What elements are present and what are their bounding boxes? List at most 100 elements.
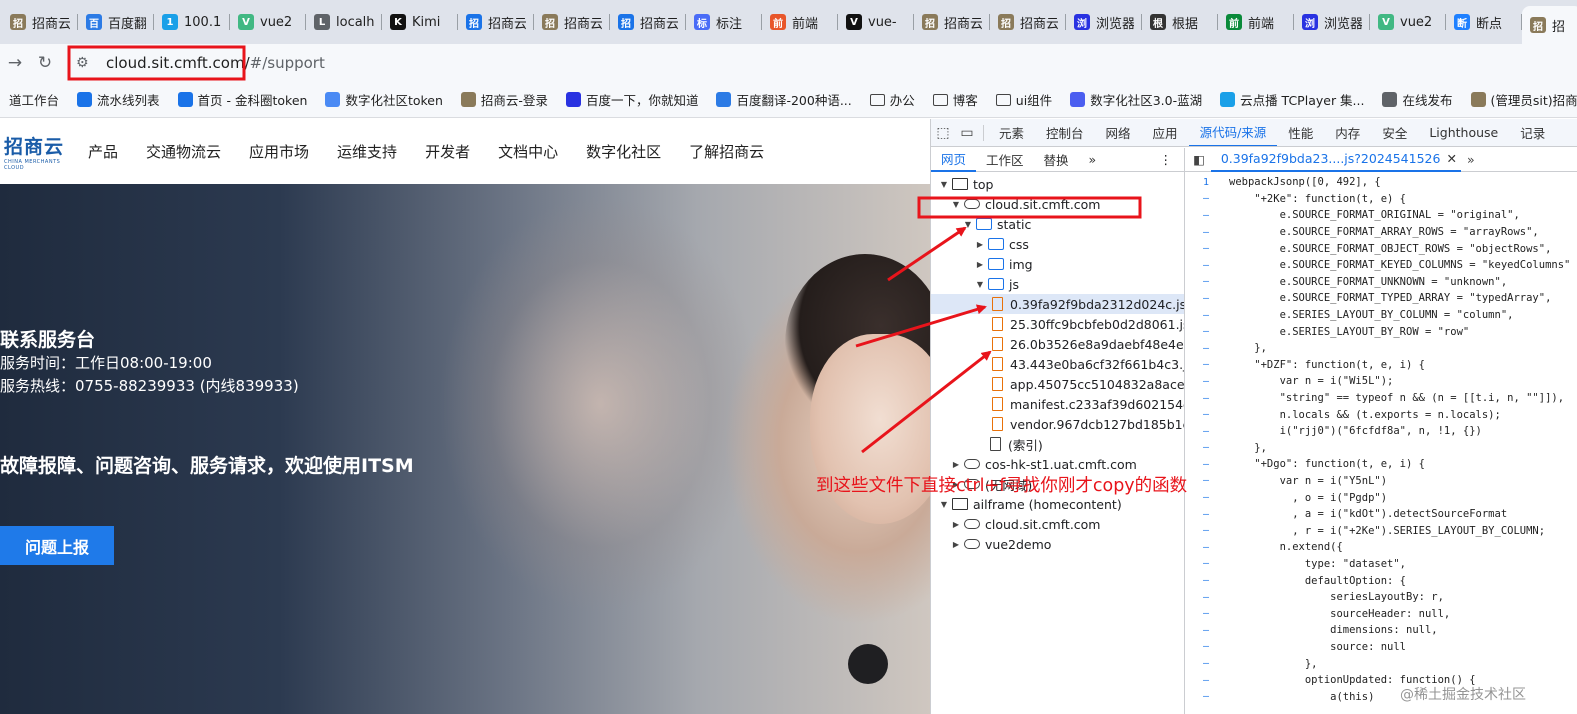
more-editor-tabs-icon[interactable]: » [1461,152,1481,167]
tree-item[interactable]: ▶ img [931,254,1184,274]
line-number[interactable]: – [1185,193,1229,204]
expand-arrow-icon[interactable]: ▼ [963,220,973,229]
browser-tab[interactable]: Vvue2 [1370,5,1446,39]
bookmark-item[interactable]: ui组件 [987,90,1061,109]
bookmark-item[interactable]: 道工作台 [0,90,68,109]
browser-tab[interactable]: Llocalhost [306,5,382,39]
nav-app-market[interactable]: 应用市场 [249,141,309,162]
line-number[interactable]: 1 [1185,177,1229,188]
nav-docs[interactable]: 文档中心 [498,141,558,162]
devtools-tab[interactable]: 记录 [1509,119,1556,146]
inspect-element-icon[interactable]: ⬚ [931,121,955,145]
forward-icon[interactable]: → [0,48,30,78]
browser-tab[interactable]: Vvue- [838,5,914,39]
bookmark-item[interactable]: 在线发布 [1373,90,1461,109]
expand-arrow-icon[interactable]: ▼ [939,180,949,189]
line-number[interactable]: – [1185,575,1229,586]
tab-page[interactable]: 网页 [931,148,977,172]
line-number[interactable]: – [1185,442,1229,453]
tab-overrides[interactable]: 替换 [1034,148,1079,172]
expand-arrow-icon[interactable]: ▼ [951,200,961,209]
line-number[interactable]: – [1185,641,1229,652]
line-number[interactable]: – [1185,326,1229,337]
close-icon[interactable]: ✕ [1446,151,1456,166]
device-toolbar-icon[interactable]: ▭ [955,121,979,145]
browser-tab[interactable]: Vvue2 [230,5,306,39]
devtools-tab[interactable]: 控制台 [1035,119,1095,146]
line-number[interactable]: – [1185,675,1229,686]
devtools-tab[interactable]: 元素 [988,119,1035,146]
line-number[interactable]: – [1185,608,1229,619]
nav-ops-support[interactable]: 运维支持 [337,141,397,162]
devtools-tab[interactable]: 性能 [1277,119,1324,146]
browser-tab[interactable]: 前前端 [1218,5,1294,39]
line-number[interactable]: – [1185,558,1229,569]
more-tabs-icon[interactable]: » [1079,148,1107,172]
devtools-tab[interactable]: 安全 [1371,119,1418,146]
tree-item[interactable]: ▶ cos-hk-st1.uat.cmft.com [931,454,1184,474]
nav-community[interactable]: 数字化社区 [586,141,661,162]
tree-item[interactable]: vendor.967dcb127bd185b1c [931,414,1184,434]
collapse-arrow-icon[interactable]: ▶ [951,520,961,529]
collapse-arrow-icon[interactable]: ▶ [951,540,961,549]
bookmark-item[interactable]: 数字化社区3.0-蓝湖 [1061,90,1211,109]
browser-tab[interactable]: 断断点 [1446,5,1522,39]
bookmark-item[interactable]: 云点播 TCPlayer 集... [1211,90,1373,109]
line-number[interactable]: – [1185,542,1229,553]
tree-item[interactable]: ▼ ailframe (homecontent) [931,494,1184,514]
line-number[interactable]: – [1185,509,1229,520]
bookmark-item[interactable]: 百度一下，你就知道 [557,90,708,109]
site-info-icon[interactable]: ⚙ [76,55,100,71]
line-number[interactable]: – [1185,393,1229,404]
tree-item[interactable]: 43.443e0ba6cf32f661b4c3.js? [931,354,1184,374]
browser-tab[interactable]: 浏浏览器 [1294,5,1370,39]
bookmark-item[interactable]: 首页 - 金科圈token [169,90,317,109]
nav-developers[interactable]: 开发者 [425,141,470,162]
kebab-menu-icon[interactable]: ⋮ [1160,152,1185,167]
toggle-navigator-icon[interactable]: ◧ [1185,152,1211,167]
url-input[interactable]: ⚙ cloud.sit.cmft.com/#/support [68,46,1577,80]
devtools-tab[interactable]: 应用 [1142,119,1189,146]
browser-tab[interactable]: K Kimi [382,5,458,39]
browser-tab[interactable]: 百百度翻译 [78,5,154,39]
line-number[interactable]: – [1185,592,1229,603]
bookmark-item[interactable]: (管理员sit)招商云-... [1462,90,1577,109]
site-logo[interactable]: 招商云 CHINA MERCHANTS CLOUD [4,132,74,171]
browser-tab[interactable]: 招招商云 [990,5,1066,39]
line-number[interactable]: – [1185,459,1229,470]
nav-about[interactable]: 了解招商云 [689,141,764,162]
expand-arrow-icon[interactable]: ▼ [975,280,985,289]
line-number[interactable]: – [1185,210,1229,221]
tree-item[interactable]: 0.39fa92f9bda2312d024c.js? [931,294,1184,314]
bookmark-item[interactable]: 数字化社区token [316,90,451,109]
line-number[interactable]: – [1185,658,1229,669]
bookmark-item[interactable]: 招商云-登录 [452,90,557,109]
line-number[interactable]: – [1185,525,1229,536]
line-number[interactable]: – [1185,243,1229,254]
line-number[interactable]: – [1185,426,1229,437]
report-issue-button[interactable]: 问题上报 [0,526,114,565]
collapse-arrow-icon[interactable]: ▶ [975,260,985,269]
tree-item[interactable]: 26.0b3526e8a9daebf48e4e.js? [931,334,1184,354]
tree-item[interactable]: ▶ cloud.sit.cmft.com [931,514,1184,534]
browser-tab[interactable]: 浏浏览器 [1066,5,1142,39]
browser-tab[interactable]: 招招商云 [914,5,990,39]
browser-tab[interactable]: 1 100.1 [154,5,230,39]
tree-item[interactable]: ▶ css [931,234,1184,254]
expand-arrow-icon[interactable]: ▼ [939,500,949,509]
line-number[interactable]: – [1185,376,1229,387]
line-number[interactable]: – [1185,293,1229,304]
devtools-tab[interactable]: Lighthouse [1418,119,1509,146]
line-number[interactable]: – [1185,343,1229,354]
collapse-arrow-icon[interactable]: ▶ [951,460,961,469]
bookmark-item[interactable]: 博客 [924,90,987,109]
tree-item[interactable]: ▶ vue2demo [931,534,1184,554]
line-number[interactable]: – [1185,625,1229,636]
tab-workspace[interactable]: 工作区 [976,148,1034,172]
collapse-arrow-icon[interactable]: ▶ [975,240,985,249]
bookmark-item[interactable]: 百度翻译-200种语... [707,90,860,109]
nav-products[interactable]: 产品 [88,141,118,162]
tree-item[interactable]: ▼ js [931,274,1184,294]
tree-item[interactable]: ▼ top [931,174,1184,194]
tree-item[interactable]: 25.30ffc9bcbfeb0d2d8061.js? [931,314,1184,334]
